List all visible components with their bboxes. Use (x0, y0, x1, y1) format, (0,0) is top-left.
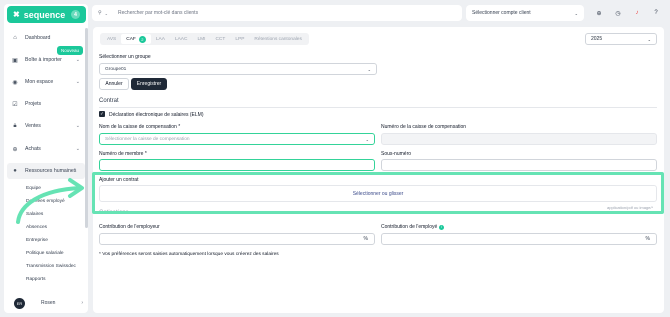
pointer-arrow-icon (16, 178, 84, 224)
